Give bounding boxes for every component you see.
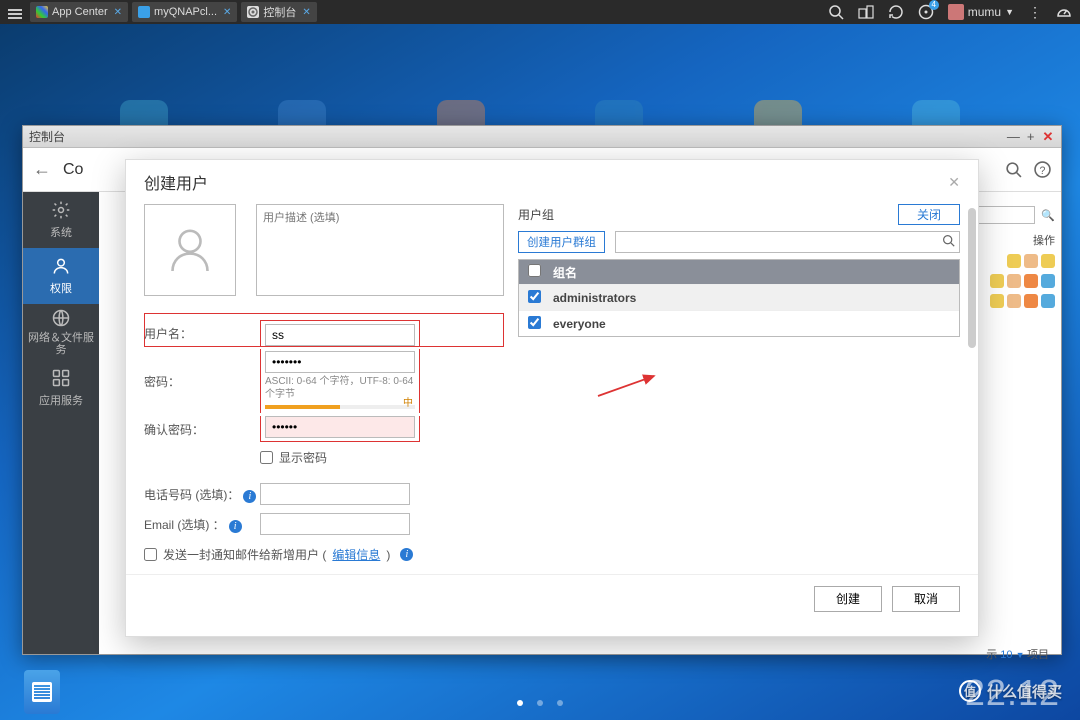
phone-field[interactable] <box>260 483 410 505</box>
tab-appcenter[interactable]: App Center ✕ <box>30 2 128 22</box>
breadcrumb: Co <box>63 161 83 179</box>
password-label: 密码： <box>144 373 260 390</box>
edit-info-link[interactable]: 编辑信息 <box>332 546 380 563</box>
create-user-dialog: 创建用户 ✕ 用户名： <box>125 159 979 637</box>
create-button[interactable]: 创建 <box>814 586 882 612</box>
sidebar-item-network[interactable]: 网络＆文件服务 <box>23 304 99 360</box>
group-name: administrators <box>549 291 959 305</box>
username-label: mumu <box>968 5 1001 19</box>
dock <box>24 670 60 714</box>
dashboard-icon[interactable] <box>1056 4 1072 20</box>
window-titlebar[interactable]: 控制台 — + ✕ <box>23 126 1061 148</box>
groupname-column[interactable]: 组名 <box>549 264 959 281</box>
tab-controlpanel[interactable]: 控制台 ✕ <box>241 2 316 22</box>
group-name: everyone <box>549 317 959 331</box>
watermark: 值什么值得买 <box>959 680 1062 702</box>
select-all-checkbox[interactable] <box>528 264 541 277</box>
search-icon[interactable] <box>937 234 959 250</box>
devices-icon[interactable] <box>858 4 874 20</box>
tab-myqnap[interactable]: myQNAPcl... ✕ <box>132 2 237 22</box>
groups-table: 组名 administrators everyone <box>518 259 960 337</box>
sidebar-item-system[interactable]: 系统 <box>23 192 99 248</box>
search-icon[interactable] <box>1005 161 1022 178</box>
sidebar-item-apps[interactable]: 应用服务 <box>23 360 99 416</box>
svg-text:?: ? <box>1040 165 1046 177</box>
password-field[interactable] <box>265 351 415 373</box>
page-size[interactable]: 10 <box>1000 649 1012 661</box>
notify-checkbox[interactable] <box>144 548 157 561</box>
window-title: 控制台 <box>29 128 65 145</box>
more-icon[interactable]: ⋮ <box>1028 4 1042 21</box>
user-description[interactable] <box>256 204 504 296</box>
top-bar: App Center ✕ myQNAPcl... ✕ 控制台 ✕ 4 mumu … <box>0 0 1080 24</box>
close-icon[interactable]: ✕ <box>302 7 310 18</box>
tab-label: 控制台 <box>263 4 296 20</box>
dock-item[interactable] <box>24 670 60 714</box>
phone-label: 电话号码 (选填)： <box>144 488 239 502</box>
confirm-password-field[interactable] <box>265 416 415 438</box>
show-password-checkbox[interactable] <box>260 451 273 464</box>
show-password-label: 显示密码 <box>279 449 327 466</box>
email-label: Email (选填) ： <box>144 518 225 532</box>
search-icon[interactable] <box>828 4 844 20</box>
notify-label: 发送一封通知邮件给新增用户 ( <box>163 546 326 563</box>
sidebar-item-label: 权限 <box>50 280 72 296</box>
password-strength: 中 <box>265 405 415 409</box>
group-checkbox[interactable] <box>528 316 541 329</box>
usergroup-title: 用户组 <box>518 206 554 223</box>
close-icon[interactable]: ✕ <box>948 174 960 191</box>
info-icon[interactable]: i <box>400 548 413 561</box>
page-indicator[interactable] <box>517 700 563 706</box>
group-search-input[interactable] <box>616 232 937 252</box>
control-panel-window: 控制台 — + ✕ ← Co ? 系统 权限 网络＆文件服务 <box>22 125 1062 655</box>
user-menu[interactable]: mumu ▼ <box>948 4 1014 20</box>
minimize-button[interactable]: — <box>1006 129 1020 144</box>
notif-badge: 4 <box>929 0 939 10</box>
sidebar: 系统 权限 网络＆文件服务 应用服务 <box>23 192 99 654</box>
strength-label: 中 <box>403 394 413 409</box>
notification-icon[interactable]: 4 <box>918 4 934 20</box>
search-icon[interactable]: 🔍 <box>1041 209 1055 222</box>
maximize-button[interactable]: + <box>1024 129 1038 144</box>
tab-label: App Center <box>52 6 108 18</box>
avatar <box>948 4 964 20</box>
info-icon[interactable]: i <box>229 520 242 533</box>
table-row[interactable]: administrators <box>519 284 959 310</box>
refresh-icon[interactable] <box>888 4 904 20</box>
sidebar-item-label: 网络＆文件服务 <box>23 332 99 356</box>
close-icon[interactable]: ✕ <box>114 7 122 18</box>
info-icon[interactable]: i <box>243 490 256 503</box>
ops-column-header: 操作 <box>969 232 1055 248</box>
cancel-button[interactable]: 取消 <box>892 586 960 612</box>
username-field[interactable] <box>265 324 415 346</box>
username-label: 用户名： <box>144 325 260 342</box>
sidebar-item-label: 系统 <box>50 224 72 240</box>
scrollbar[interactable] <box>968 208 976 568</box>
username-label: 用户名： <box>126 322 143 339</box>
close-groups-button[interactable]: 关闭 <box>898 204 960 225</box>
password-hint: ASCII: 0-64 个字符，UTF-8: 0-64 个字节 <box>265 373 415 403</box>
avatar-placeholder[interactable] <box>144 204 236 296</box>
confirm-label: 确认密码： <box>144 421 260 438</box>
create-group-button[interactable]: 创建用户群组 <box>518 231 605 253</box>
group-search[interactable] <box>615 231 960 253</box>
table-row[interactable]: everyone <box>519 310 959 336</box>
back-button[interactable]: ← <box>33 159 51 180</box>
behind-content: 🔍 操作 示 10 ▼ 项目 <box>969 206 1055 314</box>
email-field[interactable] <box>260 513 410 535</box>
menu-icon[interactable] <box>0 6 30 18</box>
close-button[interactable]: ✕ <box>1041 129 1055 145</box>
help-icon[interactable]: ? <box>1034 161 1051 178</box>
tab-label: myQNAPcl... <box>154 6 217 18</box>
close-icon[interactable]: ✕ <box>223 7 231 18</box>
chevron-down-icon: ▼ <box>1005 7 1014 17</box>
sidebar-item-privilege[interactable]: 权限 <box>23 248 99 304</box>
dialog-title: 创建用户 <box>144 170 208 194</box>
group-checkbox[interactable] <box>528 290 541 303</box>
users-search[interactable] <box>969 206 1035 224</box>
sidebar-item-label: 应用服务 <box>39 392 83 408</box>
